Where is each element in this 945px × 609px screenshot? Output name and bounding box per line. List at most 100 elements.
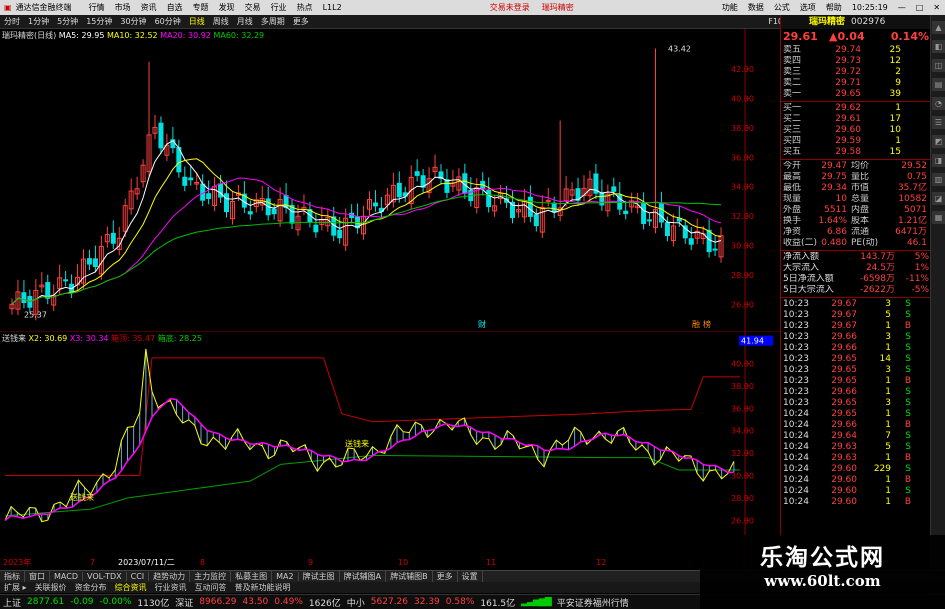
tab-vol[interactable]: VOL-TDX — [83, 572, 127, 581]
stat-row-cell: 外盘 — [783, 205, 802, 215]
tool-icon[interactable]: ▤ — [932, 78, 945, 91]
tab-news[interactable]: 综合资讯 — [111, 582, 151, 593]
period-tab[interactable]: 1分钟 — [24, 16, 53, 27]
tab-settings[interactable]: 设置 — [458, 571, 483, 582]
ind-axis-label: 26.00 — [731, 516, 754, 525]
tick-row: 10:24 29.63 5 S — [781, 442, 930, 453]
menu-watchlist[interactable]: 自选 — [162, 2, 188, 13]
tab-industry-news[interactable]: 行业资讯 — [151, 582, 191, 593]
tab-ma2[interactable]: MA2 — [272, 572, 299, 581]
index-sh-name[interactable]: 上证 — [0, 596, 24, 609]
tick-row-cell: 10:24 — [783, 475, 809, 485]
tab-trend[interactable]: 趋势动力 — [149, 571, 191, 582]
price-kline-chart[interactable]: 42.00 40.00 38.00 36.00 34.00 32.00 30.00 28.00… — [0, 29, 780, 331]
tick-row-cell: 10:24 — [783, 497, 809, 507]
tab-macd[interactable]: MACD — [50, 572, 83, 581]
capital-flow-table: 净流入额 143.7万 5% 大宗流入 24.5万 1% 5日净流入额 -6598万 -11% 5… — [781, 252, 930, 296]
maximize-icon[interactable]: □ — [911, 3, 929, 12]
close-icon[interactable]: ✕ — [928, 3, 945, 12]
menu-industry[interactable]: 行业 — [266, 2, 292, 13]
tab-window[interactable]: 窗口 — [25, 571, 50, 582]
menu-help[interactable]: 帮助 — [821, 2, 847, 13]
period-tab[interactable]: 分时 — [0, 16, 24, 27]
index-zx-name[interactable]: 中小 — [344, 596, 368, 609]
period-tab[interactable]: 更多 — [289, 16, 313, 27]
flow-row: 5日大宗流入 -2622万 -5% — [781, 285, 930, 296]
stat-row: 今开 29.47 均价 29.52 — [781, 161, 930, 172]
tab-test-a[interactable]: 牌试辅图A — [340, 571, 387, 582]
tab-indicator[interactable]: 指标 — [0, 571, 25, 582]
trade-login-status[interactable]: 交易未登录 — [484, 2, 536, 13]
event-marker[interactable]: 榜 — [703, 319, 711, 329]
period-tab-daily[interactable]: 日线 — [185, 16, 209, 27]
menu-l1l2[interactable]: L1L2 — [318, 3, 347, 12]
tab-expand[interactable]: 扩展 ▸ — [0, 582, 31, 593]
tool-icon[interactable]: ◔ — [932, 97, 945, 110]
watermark-title: 乐淘公式网 — [760, 545, 885, 571]
tab-qa[interactable]: 互动问答 — [191, 582, 231, 593]
menu-formula[interactable]: 公式 — [769, 2, 795, 13]
menu-topics[interactable]: 专题 — [188, 2, 214, 13]
tab-new-feature[interactable]: 普及新功能说明 — [231, 582, 295, 593]
stat-row-cell: 市值 — [851, 183, 870, 193]
tool-icon[interactable]: ▥ — [932, 173, 945, 186]
index-sz-name[interactable]: 深证 — [172, 596, 196, 609]
tick-row-cell: B — [904, 453, 911, 463]
period-tab[interactable]: 多周期 — [257, 16, 289, 27]
ask-row-cell: 29.65 — [835, 89, 861, 99]
menu-hq[interactable]: 行情 — [84, 2, 110, 13]
candle-body — [337, 229, 343, 239]
candle-body — [658, 203, 664, 223]
tool-icon[interactable]: ◪ — [932, 192, 945, 205]
tab-cci[interactable]: CCI — [127, 572, 150, 581]
indicator-chart[interactable]: 40.00 38.00 36.00 34.00 32.00 30.00 28.00 26.00… — [0, 331, 780, 570]
price-axis-label: 42.00 — [731, 65, 754, 74]
minimize-icon[interactable]: — — [893, 3, 911, 12]
tick-row-cell: S — [905, 431, 911, 441]
arrow-up-icon[interactable]: ▲ — [932, 21, 945, 34]
menu-data[interactable]: 数据 — [743, 2, 769, 13]
app-logo-icon: ▣ — [4, 3, 12, 12]
period-tab[interactable]: 周线 — [209, 16, 233, 27]
period-tab[interactable]: 30分钟 — [116, 16, 150, 27]
tick-row-cell: B — [904, 420, 911, 430]
candle-body — [444, 179, 450, 193]
tick-row-cell: B — [904, 475, 911, 485]
tool-icon[interactable]: ▦ — [932, 211, 945, 224]
tab-capital[interactable]: 资金分布 — [71, 582, 111, 593]
signal-bars-icon: ▂▃▅▆▇ — [521, 597, 552, 607]
event-marker[interactable]: 融 — [692, 319, 700, 329]
event-marker[interactable]: 财 — [478, 319, 486, 329]
flow-row-cell: -2622万 — [859, 285, 895, 295]
current-stock-title: 瑞玛精密 — [541, 3, 574, 12]
menu-trade[interactable]: 交易 — [240, 2, 266, 13]
tick-list[interactable]: 10:23 29.67 3 S 10:23 29.67 5 S 10:23 29.67 1 B 10:2… — [781, 299, 930, 508]
tab-related[interactable]: 关联报价 — [31, 582, 71, 593]
price-change-pct: 0.14% — [890, 30, 929, 43]
stat-row-cell: 现量 — [783, 194, 802, 204]
tab-more[interactable]: 更多 — [433, 571, 458, 582]
tool-icon[interactable]: ◧ — [932, 40, 945, 53]
tool-icon[interactable]: ◨ — [932, 154, 945, 167]
tool-icon[interactable]: ◫ — [932, 59, 945, 72]
menu-options[interactable]: 选项 — [795, 2, 821, 13]
period-tab[interactable]: 15分钟 — [82, 16, 116, 27]
menu-hot[interactable]: 热点 — [292, 2, 318, 13]
tool-icon[interactable]: ◩ — [932, 135, 945, 148]
tab-private-main[interactable]: 私募主图 — [231, 571, 273, 582]
broker-name: 平安证券福州行情 — [556, 598, 629, 609]
stat-row: 净资 6.86 流通 6471万 — [781, 227, 930, 238]
menu-function[interactable]: 功能 — [717, 2, 743, 13]
period-tab[interactable]: 月线 — [233, 16, 257, 27]
period-tab[interactable]: 5分钟 — [53, 16, 82, 27]
menu-market[interactable]: 市场 — [110, 2, 136, 13]
tab-test-main[interactable]: 牌试主图 — [299, 571, 340, 582]
tool-icon[interactable]: ☰ — [932, 116, 945, 129]
flow-row-cell: 5日大宗流入 — [783, 285, 834, 295]
menu-news[interactable]: 资讯 — [136, 2, 162, 13]
tick-row-cell: 29.60 — [831, 464, 857, 474]
period-tab[interactable]: 60分钟 — [151, 16, 185, 27]
tab-test-b[interactable]: 牌试辅图B — [386, 571, 433, 582]
tab-main-monitor[interactable]: 主力监控 — [190, 571, 232, 582]
menu-discover[interactable]: 发现 — [214, 2, 240, 13]
